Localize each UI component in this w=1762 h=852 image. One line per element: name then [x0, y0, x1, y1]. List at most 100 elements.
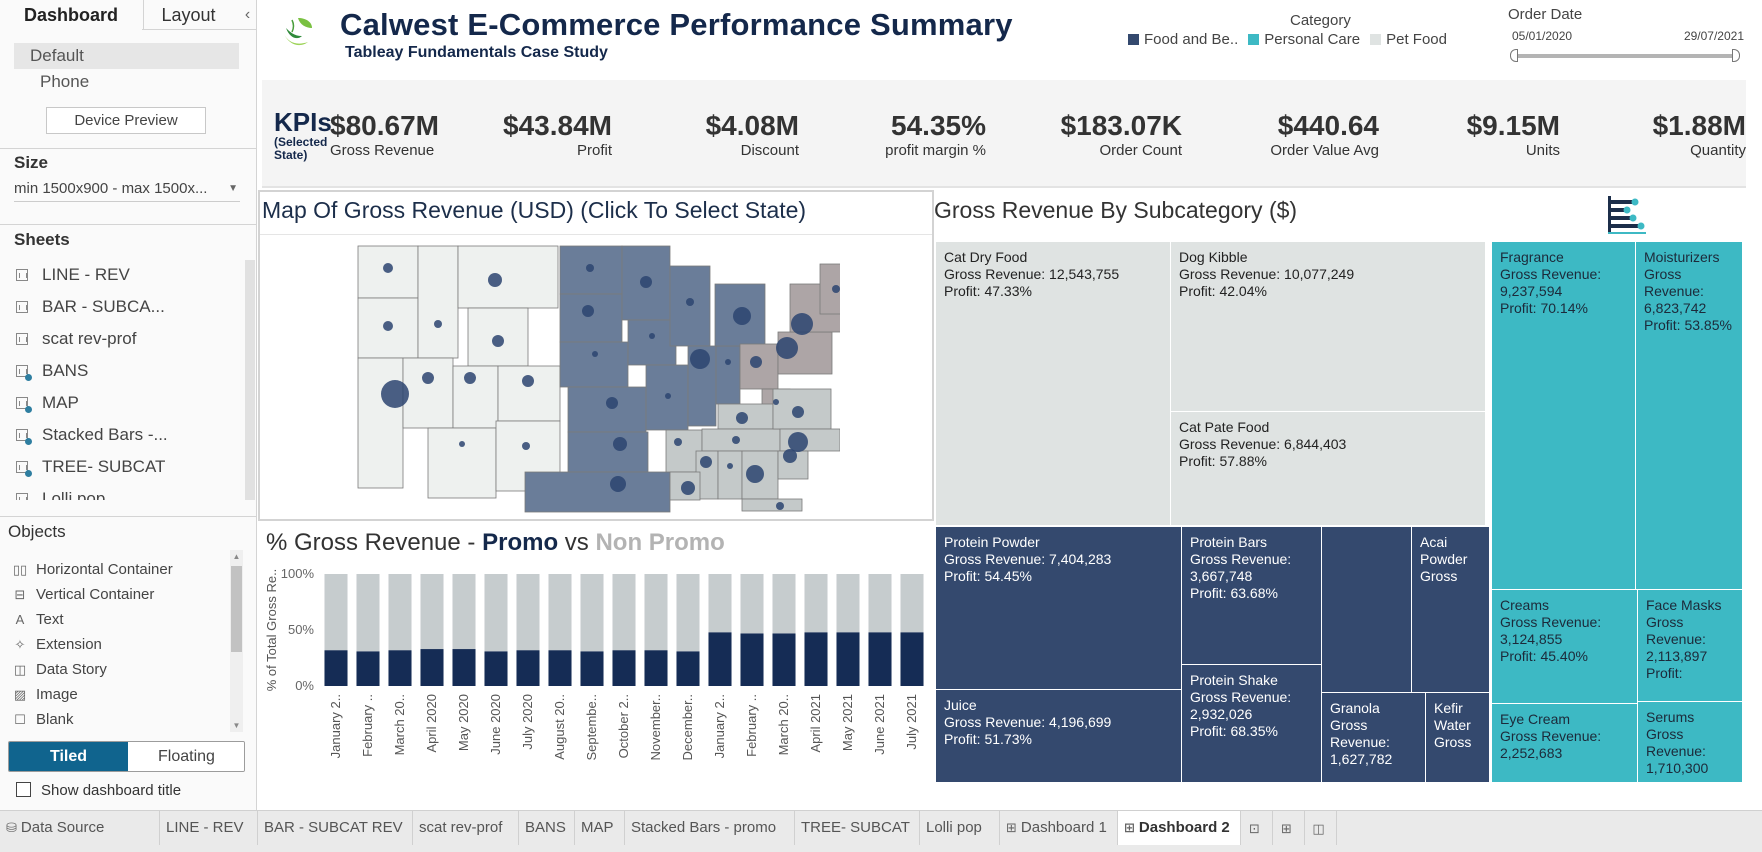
- order-date-start[interactable]: 05/01/2020: [1512, 29, 1572, 43]
- revenue-bubble[interactable]: [381, 380, 409, 408]
- state-nv[interactable]: [402, 357, 454, 429]
- bar-non-promo[interactable]: [676, 574, 700, 652]
- revenue-bubble[interactable]: [736, 412, 748, 424]
- revenue-bubble[interactable]: [788, 432, 808, 452]
- revenue-bubble[interactable]: [727, 463, 733, 469]
- new-story-button[interactable]: ◫: [1305, 811, 1337, 845]
- bar-promo[interactable]: [420, 649, 444, 686]
- legend-item[interactable]: Food and Be..: [1128, 31, 1238, 48]
- scroll-down-icon[interactable]: ▼: [230, 721, 243, 730]
- bar-promo[interactable]: [612, 650, 636, 686]
- revenue-bubble[interactable]: [610, 476, 626, 492]
- bar-promo[interactable]: [548, 650, 572, 686]
- slider-handle-start[interactable]: [1510, 49, 1518, 62]
- revenue-bubble[interactable]: [725, 359, 731, 365]
- revenue-bubble[interactable]: [582, 305, 594, 317]
- revenue-bubble[interactable]: [613, 437, 627, 451]
- bar-promo[interactable]: [388, 650, 412, 686]
- sheet-item[interactable]: BAR - SUBCA...: [16, 292, 165, 322]
- device-default[interactable]: Default: [14, 43, 239, 69]
- scrollbar-thumb[interactable]: [231, 566, 242, 652]
- bar-non-promo[interactable]: [644, 574, 668, 651]
- treemap-tile[interactable]: Protein Powder Gross Revenue: 7,404,283 Pr…: [936, 527, 1182, 690]
- treemap-tile[interactable]: Face Masks Gross Revenue: 2,113,897 Profit…: [1638, 590, 1743, 702]
- sheet-tab[interactable]: BANS: [519, 811, 575, 845]
- bar-promo[interactable]: [356, 651, 380, 686]
- sheet-tab[interactable]: MAP: [575, 811, 625, 845]
- bar-promo[interactable]: [772, 633, 796, 686]
- revenue-bubble[interactable]: [746, 465, 764, 483]
- revenue-bubble[interactable]: [832, 285, 840, 293]
- tiled-button[interactable]: Tiled: [9, 742, 128, 771]
- object-item[interactable]: ◫ Data Story: [12, 657, 107, 682]
- object-item[interactable]: A Text: [12, 607, 64, 632]
- revenue-bubble[interactable]: [690, 349, 710, 369]
- treemap-tile[interactable]: Dog Kibble Gross Revenue: 10,077,249 Profi…: [1171, 242, 1486, 412]
- revenue-bubble[interactable]: [665, 393, 671, 399]
- state-ks[interactable]: [567, 386, 647, 433]
- bar-non-promo[interactable]: [484, 574, 508, 652]
- bar-promo[interactable]: [804, 632, 828, 686]
- treemap-tile[interactable]: Fragrance Gross Revenue: 9,237,594 Profit:…: [1492, 242, 1636, 590]
- bar-non-promo[interactable]: [612, 574, 636, 651]
- treemap-tile[interactable]: [1322, 527, 1412, 693]
- state-ne[interactable]: [559, 341, 629, 388]
- object-item[interactable]: ▯▯ Horizontal Container: [12, 557, 173, 582]
- slider-handle-end[interactable]: [1732, 49, 1740, 62]
- device-phone[interactable]: Phone: [14, 69, 239, 95]
- bar-promo[interactable]: [868, 632, 892, 686]
- bar-non-promo[interactable]: [708, 574, 732, 633]
- bar-non-promo[interactable]: [900, 574, 924, 633]
- revenue-bubble[interactable]: [422, 372, 434, 384]
- bar-promo[interactable]: [516, 650, 540, 686]
- treemap-tile[interactable]: Acai Powder Gross: [1412, 527, 1490, 693]
- bar-non-promo[interactable]: [420, 574, 444, 650]
- state-sd[interactable]: [559, 293, 623, 343]
- revenue-bubble[interactable]: [522, 442, 530, 450]
- sheet-tab[interactable]: BAR - SUBCAT REV: [258, 811, 413, 845]
- revenue-bubble[interactable]: [776, 502, 784, 510]
- state-ok[interactable]: [567, 431, 649, 473]
- order-date-end[interactable]: 29/07/2021: [1684, 29, 1744, 43]
- revenue-bubble[interactable]: [783, 449, 797, 463]
- bar-promo[interactable]: [708, 632, 732, 686]
- checkbox[interactable]: [16, 782, 31, 797]
- bar-non-promo[interactable]: [452, 574, 476, 650]
- revenue-bubble[interactable]: [773, 399, 779, 405]
- revenue-bubble[interactable]: [649, 333, 655, 339]
- state-mt[interactable]: [457, 245, 559, 309]
- bar-non-promo[interactable]: [548, 574, 572, 651]
- state-in[interactable]: [715, 345, 741, 405]
- revenue-bubble[interactable]: [640, 276, 652, 288]
- state-ia[interactable]: [627, 319, 677, 366]
- treemap-tile[interactable]: Juice Gross Revenue: 4,196,699 Profit: 51.…: [936, 690, 1182, 783]
- bar-non-promo[interactable]: [516, 574, 540, 651]
- revenue-bubble[interactable]: [750, 356, 762, 368]
- sheet-item[interactable]: scat rev-prof: [16, 324, 136, 354]
- objects-scrollbar[interactable]: ▲ ▼: [230, 550, 243, 732]
- bar-promo[interactable]: [676, 651, 700, 686]
- treemap-tile[interactable]: Cat Dry Food Gross Revenue: 12,543,755 Pro…: [936, 242, 1171, 526]
- bar-non-promo[interactable]: [580, 574, 604, 652]
- revenue-bubble[interactable]: [792, 406, 804, 418]
- revenue-bubble[interactable]: [700, 456, 712, 468]
- state-fl[interactable]: [741, 498, 803, 512]
- revenue-bubble[interactable]: [586, 264, 594, 272]
- sheet-tab[interactable]: TREE- SUBCAT: [795, 811, 920, 845]
- revenue-bubble[interactable]: [776, 337, 798, 359]
- treemap-tile[interactable]: Cat Pate Food Gross Revenue: 6,844,403 Pro…: [1171, 412, 1486, 526]
- tab-dashboard[interactable]: Dashboard: [0, 0, 142, 31]
- state-ut[interactable]: [452, 365, 499, 429]
- treemap-tile[interactable]: Protein Bars Gross Revenue: 3,667,748 Prof…: [1182, 527, 1322, 665]
- revenue-bubble[interactable]: [383, 321, 393, 331]
- revenue-bubble[interactable]: [606, 397, 618, 409]
- size-dropdown[interactable]: min 1500x900 - max 1500x... ▼: [14, 178, 240, 202]
- bar-non-promo[interactable]: [868, 574, 892, 633]
- collapse-panel-icon[interactable]: ‹: [238, 0, 257, 30]
- state-tx[interactable]: [524, 471, 671, 513]
- sheet-tab[interactable]: scat rev-prof: [413, 811, 519, 845]
- revenue-bubble[interactable]: [522, 375, 534, 387]
- object-item[interactable]: ▨ Image: [12, 682, 78, 707]
- object-item[interactable]: ⊟ Vertical Container: [12, 582, 155, 607]
- bar-promo[interactable]: [484, 651, 508, 686]
